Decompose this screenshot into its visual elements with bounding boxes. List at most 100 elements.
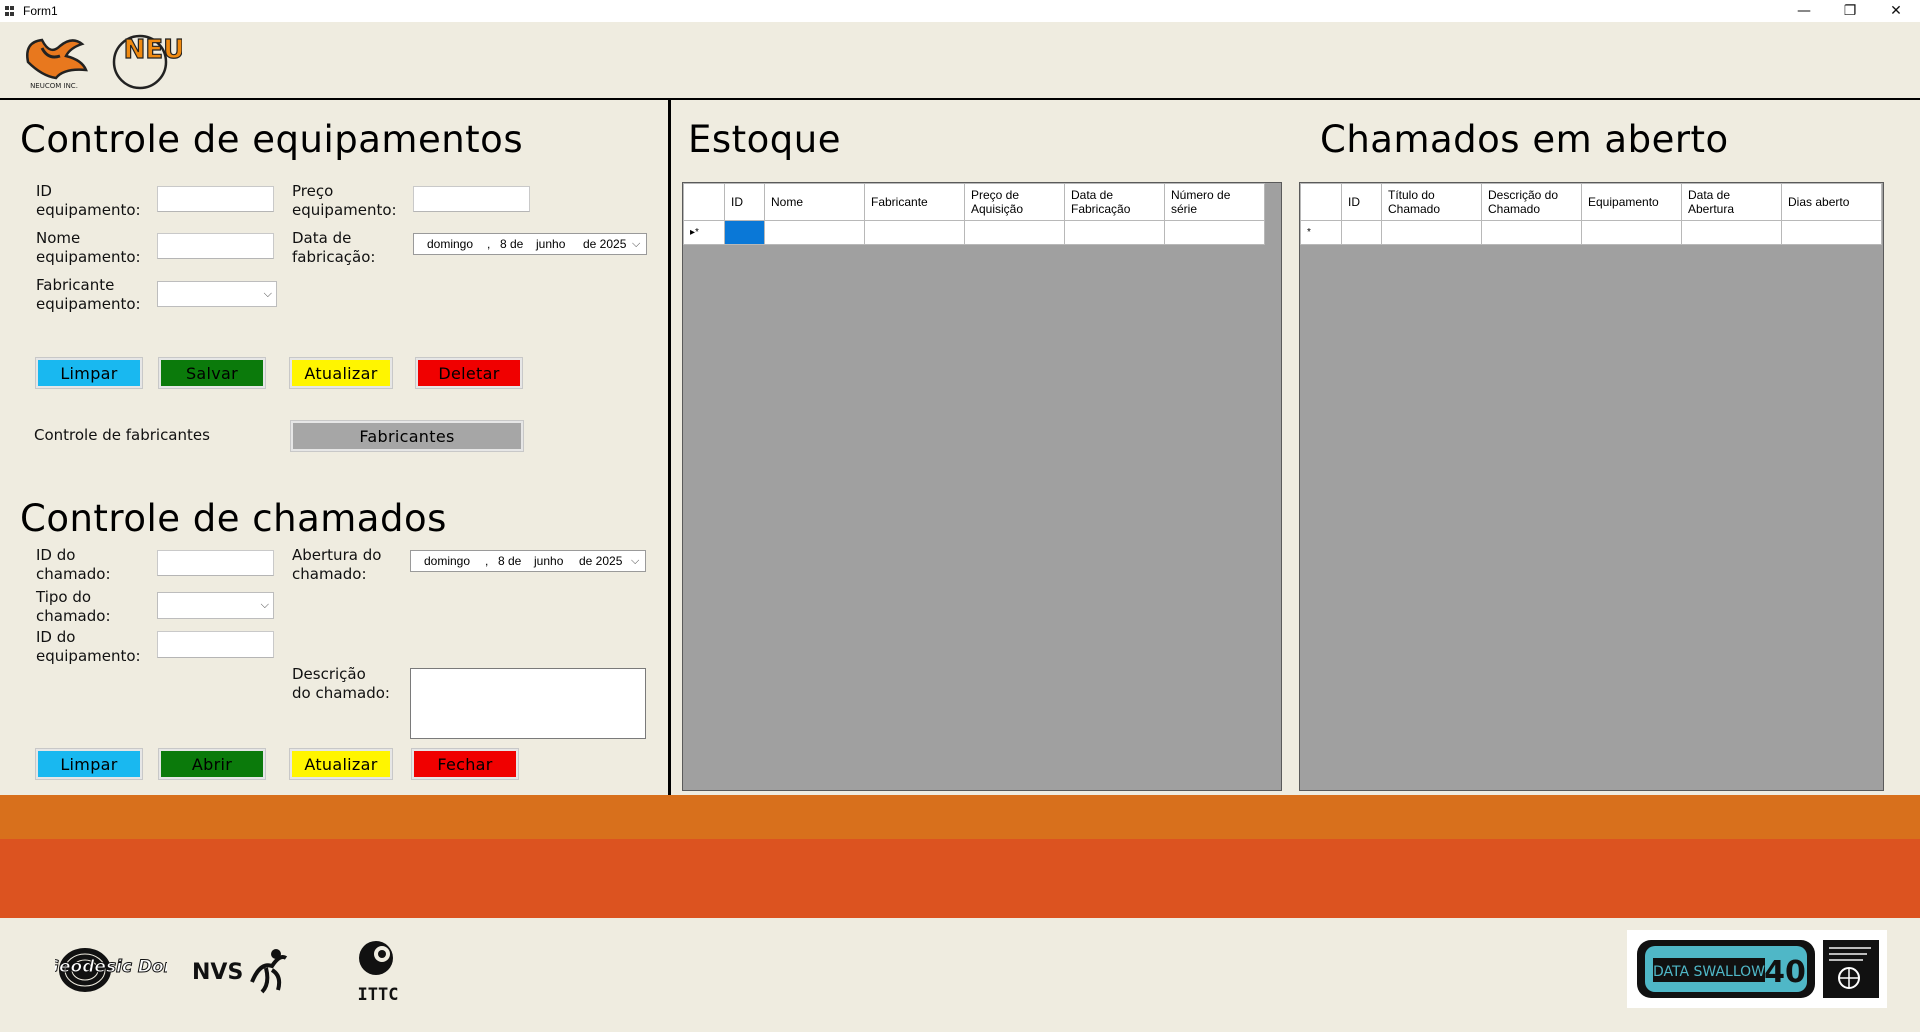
- data-swallow-number: 40: [1764, 955, 1806, 990]
- nome-equipamento-label: Nome equipamento:: [36, 229, 141, 266]
- chevron-down-icon[interactable]: ⌵: [632, 238, 640, 251]
- fabricante-equipamento-label: Fabricante equipamento:: [36, 276, 141, 313]
- preco-equipamento-label: Preço equipamento:: [292, 182, 397, 219]
- restore-button[interactable]: ❐: [1827, 0, 1873, 22]
- descricao-chamado-label: Descrição do chamado:: [292, 665, 390, 702]
- table-row[interactable]: ▸*: [683, 220, 1265, 245]
- window-title: Form1: [23, 4, 58, 18]
- chevron-down-icon[interactable]: ⌵: [631, 555, 639, 568]
- estoque-col-nome[interactable]: Nome: [764, 183, 865, 221]
- geodesic-dome-logo: Geodesic Dome: [55, 948, 167, 992]
- chamados-aberto-table: ID Título do Chamado Descrição do Chamad…: [1300, 183, 1882, 245]
- abertura-chamado-picker[interactable]: domingo , 8 de junho de 2025 ⌵: [410, 550, 646, 572]
- ittc-text: ITTC: [358, 985, 399, 1005]
- id-equipamento-chamado-label: ID do equipamento:: [36, 628, 141, 665]
- table-cell[interactable]: [1681, 220, 1782, 245]
- table-cell[interactable]: [1481, 220, 1582, 245]
- table-cell[interactable]: [1341, 220, 1382, 245]
- chamados-col-id[interactable]: ID: [1341, 183, 1382, 221]
- estoque-col-preco[interactable]: Preço de Aquisição: [964, 183, 1065, 221]
- deletar-equipamento-button[interactable]: Deletar: [415, 357, 523, 389]
- data-fabricacao-picker[interactable]: domingo , 8 de junho de 2025 ⌵: [413, 233, 647, 255]
- tipo-chamado-label: Tipo do chamado:: [36, 588, 111, 625]
- close-button[interactable]: ✕: [1873, 0, 1919, 22]
- table-cell[interactable]: [864, 220, 965, 245]
- nome-equipamento-input[interactable]: [157, 233, 274, 259]
- chamados-col-dias-aberto[interactable]: Dias aberto: [1781, 183, 1882, 221]
- title-bar: Form1 — ❐ ✕: [0, 0, 1920, 22]
- abertura-chamado-label: Abertura do chamado:: [292, 546, 382, 583]
- chamados-row-header-corner: [1300, 183, 1342, 221]
- limpar-chamado-button[interactable]: Limpar: [35, 748, 143, 780]
- ittc-logo: ITTC: [358, 941, 399, 1005]
- estoque-col-fabricante[interactable]: Fabricante: [864, 183, 965, 221]
- nvs-logo: NVS: [192, 949, 288, 994]
- date-day: 8 de: [500, 237, 524, 251]
- date-year: de 2025: [583, 237, 627, 251]
- top-divider: [0, 98, 1920, 100]
- chamados-aberto-grid[interactable]: ID Título do Chamado Descrição do Chamad…: [1299, 182, 1884, 791]
- date-sep: ,: [487, 237, 491, 251]
- table-cell[interactable]: [964, 220, 1065, 245]
- table-cell[interactable]: [764, 220, 865, 245]
- estoque-grid[interactable]: ID Nome Fabricante Preço de Aquisição Da…: [682, 182, 1282, 791]
- date-day: 8 de: [498, 554, 522, 568]
- table-row[interactable]: *: [1300, 220, 1882, 245]
- id-equipamento-label: ID equipamento:: [36, 182, 141, 219]
- estoque-col-numero-serie[interactable]: Número de série: [1164, 183, 1265, 221]
- orange-band-top: [0, 795, 1920, 839]
- chamados-col-equipamento[interactable]: Equipamento: [1581, 183, 1682, 221]
- abrir-chamado-button[interactable]: Abrir: [158, 748, 266, 780]
- data-swallow-logo: DATA SWALLOW 40: [1627, 930, 1887, 1008]
- chamados-col-descricao[interactable]: Descrição do Chamado: [1481, 183, 1582, 221]
- date-month: junho: [534, 554, 564, 568]
- app-icon: [5, 6, 15, 16]
- controle-fabricantes-label: Controle de fabricantes: [34, 426, 210, 444]
- limpar-equipamento-button[interactable]: Limpar: [35, 357, 143, 389]
- chamados-col-data-abertura[interactable]: Data de Abertura: [1681, 183, 1782, 221]
- date-weekday: domingo: [427, 237, 474, 251]
- table-cell[interactable]: [1164, 220, 1265, 245]
- date-year: de 2025: [579, 554, 623, 568]
- estoque-title: Estoque: [688, 118, 841, 161]
- id-chamado-input[interactable]: [157, 550, 274, 576]
- id-equipamento-input[interactable]: [157, 186, 274, 212]
- chamados-title: Controle de chamados: [20, 497, 447, 540]
- id-equipamento-chamado-input[interactable]: [157, 631, 274, 658]
- orange-band-bottom: [0, 839, 1920, 918]
- chevron-down-icon: ⌵: [260, 598, 269, 611]
- table-cell[interactable]: [1581, 220, 1682, 245]
- estoque-col-id[interactable]: ID: [724, 183, 765, 221]
- estoque-col-data-fabricacao[interactable]: Data de Fabricação: [1064, 183, 1165, 221]
- row-indicator: *: [1300, 220, 1342, 245]
- neu-text: NEU: [124, 35, 182, 65]
- atualizar-chamado-button[interactable]: Atualizar: [289, 748, 393, 780]
- date-sep: ,: [485, 554, 489, 568]
- table-cell[interactable]: [1064, 220, 1165, 245]
- fabricante-equipamento-select[interactable]: ⌵: [157, 281, 277, 307]
- row-indicator: ▸*: [683, 220, 725, 245]
- minimize-button[interactable]: —: [1781, 0, 1827, 22]
- fechar-chamado-button[interactable]: Fechar: [411, 748, 519, 780]
- salvar-equipamento-button[interactable]: Salvar: [158, 357, 266, 389]
- neu-logo: NEU: [112, 34, 182, 90]
- selected-cell[interactable]: [724, 220, 765, 245]
- table-cell[interactable]: [1781, 220, 1882, 245]
- descricao-chamado-textarea[interactable]: [410, 668, 646, 739]
- tipo-chamado-select[interactable]: ⌵: [157, 592, 274, 619]
- fabricantes-button[interactable]: Fabricantes: [290, 420, 524, 452]
- neucom-logo: NEUCOM INC.: [26, 38, 88, 90]
- chevron-down-icon: ⌵: [263, 287, 272, 300]
- date-weekday: domingo: [424, 554, 471, 568]
- atualizar-equipamento-button[interactable]: Atualizar: [289, 357, 393, 389]
- nvs-text: NVS: [192, 960, 243, 985]
- chamados-aberto-title: Chamados em aberto: [1320, 118, 1729, 161]
- table-cell[interactable]: [1381, 220, 1482, 245]
- geodesic-text: Geodesic Dome: [55, 957, 167, 977]
- id-chamado-label: ID do chamado:: [36, 546, 111, 583]
- estoque-table: ID Nome Fabricante Preço de Aquisição Da…: [683, 183, 1265, 245]
- equipamentos-title: Controle de equipamentos: [20, 118, 524, 161]
- chamados-col-titulo[interactable]: Título do Chamado: [1381, 183, 1482, 221]
- date-month: junho: [536, 237, 566, 251]
- preco-equipamento-input[interactable]: [413, 186, 530, 212]
